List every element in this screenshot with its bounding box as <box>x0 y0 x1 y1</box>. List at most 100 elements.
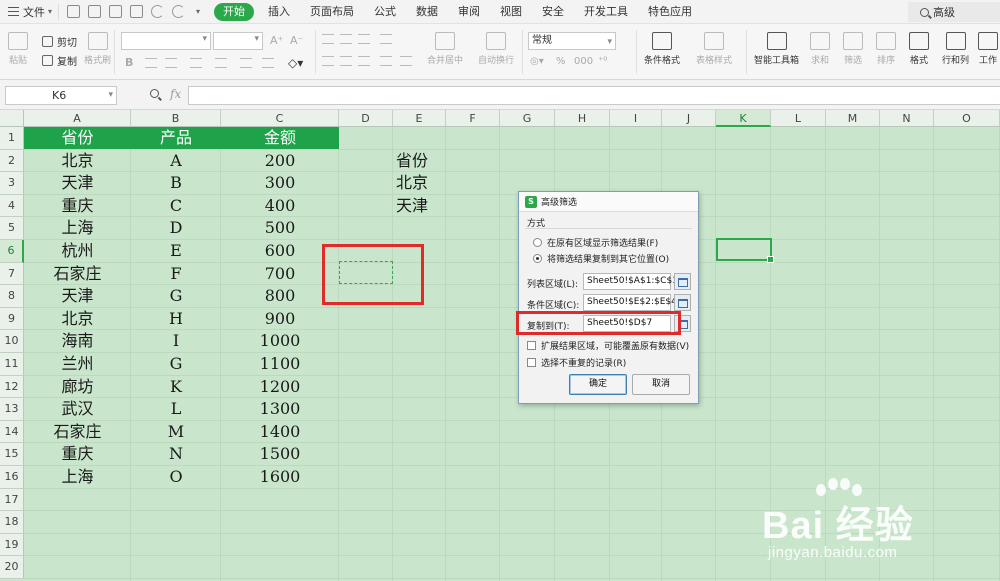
radio-in-place[interactable] <box>533 238 542 247</box>
column-header-k[interactable]: K <box>716 110 771 127</box>
criteria-cell-e2[interactable]: 省份 <box>393 150 446 173</box>
print-icon[interactable] <box>109 5 123 18</box>
row-header-18[interactable]: 18 <box>0 511 24 534</box>
currency-icon[interactable]: ◎▾ <box>530 56 544 67</box>
row-header-10[interactable]: 10 <box>0 330 24 353</box>
cell-b13[interactable]: L <box>131 398 221 421</box>
font-size-select[interactable] <box>213 32 263 50</box>
column-header-g[interactable]: G <box>500 110 555 127</box>
row-header-12[interactable]: 12 <box>0 375 24 399</box>
percent-icon[interactable]: % <box>556 56 566 67</box>
cell-b10[interactable]: I <box>131 330 221 353</box>
cell-c9[interactable]: 900 <box>221 308 339 331</box>
tab-insert[interactable]: 插入 <box>258 0 300 24</box>
criteria-range-input[interactable]: Sheet50!$E$2:$E$4 <box>583 294 677 311</box>
cell-b8[interactable]: G <box>131 285 221 308</box>
row-header-1[interactable]: 1 <box>0 127 24 150</box>
cell-b4[interactable]: C <box>131 195 221 218</box>
cell-c5[interactable]: 500 <box>221 217 339 240</box>
cell-b2[interactable]: A <box>131 150 221 173</box>
column-header-f[interactable]: F <box>446 110 500 127</box>
cell-a12[interactable]: 廊坊 <box>24 376 131 399</box>
save-icon[interactable] <box>67 5 81 18</box>
cell-b14[interactable]: M <box>131 421 221 444</box>
row-header-3[interactable]: 3 <box>0 172 24 195</box>
export-icon[interactable] <box>88 5 102 18</box>
merge-center-button[interactable]: 合并居中 <box>427 32 463 66</box>
criteria-cell-e3[interactable]: 北京 <box>393 172 446 195</box>
row-header-20[interactable]: 20 <box>0 556 24 579</box>
cell-c14[interactable]: 1400 <box>221 421 339 444</box>
bold-button[interactable]: B <box>125 56 133 69</box>
justify-icon[interactable] <box>380 56 392 66</box>
range-picker-icon[interactable] <box>674 273 691 290</box>
cell-a6[interactable]: 杭州 <box>24 240 131 263</box>
cell-b7[interactable]: F <box>131 263 221 286</box>
column-header-c[interactable]: C <box>221 110 339 127</box>
formula-input[interactable] <box>188 86 1000 105</box>
row-header-7[interactable]: 7 <box>0 262 24 286</box>
cell-a7[interactable]: 石家庄 <box>24 263 131 286</box>
row-header-4[interactable]: 4 <box>0 194 24 218</box>
cell-c11[interactable]: 1100 <box>221 353 339 376</box>
unique-records-checkbox[interactable]: 选择不重复的记录(R) <box>527 356 626 369</box>
align-middle-icon[interactable] <box>340 34 352 44</box>
file-menu[interactable]: 文件 ▾ <box>0 0 58 24</box>
row-header-8[interactable]: 8 <box>0 285 24 308</box>
zoom-icon[interactable] <box>150 89 159 98</box>
format-painter-button[interactable]: 格式刷 <box>84 32 111 66</box>
text-effect-icon[interactable] <box>262 58 274 68</box>
option-copy-elsewhere[interactable]: 将筛选结果复制到其它位置(O) <box>533 252 669 265</box>
ok-button[interactable]: 确定 <box>569 374 627 395</box>
print-preview-icon[interactable] <box>130 5 144 18</box>
row-header-19[interactable]: 19 <box>0 533 24 557</box>
cell-c4[interactable]: 400 <box>221 195 339 218</box>
criteria-cell-e4[interactable]: 天津 <box>393 195 446 218</box>
orientation-icon[interactable] <box>380 34 392 44</box>
name-box[interactable]: K6 <box>5 86 117 105</box>
cell-a14[interactable]: 石家庄 <box>24 421 131 444</box>
row-header-16[interactable]: 16 <box>0 466 24 489</box>
cut-button[interactable]: 剪切 <box>42 34 77 49</box>
tab-developer[interactable]: 开发工具 <box>574 0 638 24</box>
sum-button[interactable]: 求和 <box>810 32 830 66</box>
column-header-l[interactable]: L <box>771 110 826 127</box>
cell-a11[interactable]: 兰州 <box>24 353 131 376</box>
header-cell-a1[interactable]: 省份 <box>24 127 131 150</box>
italic-icon[interactable] <box>145 58 157 68</box>
tab-home[interactable]: 开始 <box>214 2 255 21</box>
cell-a5[interactable]: 上海 <box>24 217 131 240</box>
row-header-5[interactable]: 5 <box>0 217 24 240</box>
smart-toolbox-button[interactable]: 智能工具箱 <box>754 32 799 66</box>
cell-a2[interactable]: 北京 <box>24 150 131 173</box>
row-col-button[interactable]: 行和列 <box>942 32 969 66</box>
checkbox-expand[interactable] <box>527 341 536 350</box>
cell-c15[interactable]: 1500 <box>221 443 339 466</box>
cell-a13[interactable]: 武汉 <box>24 398 131 421</box>
conditional-format-button[interactable]: 条件格式 <box>644 32 680 66</box>
dialog-title-bar[interactable]: S 高级筛选 <box>519 192 698 212</box>
column-header-h[interactable]: H <box>555 110 610 127</box>
column-header-e[interactable]: E <box>393 110 446 127</box>
row-header-14[interactable]: 14 <box>0 420 24 444</box>
row-header-15[interactable]: 15 <box>0 443 24 466</box>
align-left-icon[interactable] <box>322 56 334 66</box>
tab-view[interactable]: 视图 <box>490 0 532 24</box>
checkbox-unique[interactable] <box>527 358 536 367</box>
column-header-b[interactable]: B <box>131 110 221 127</box>
cell-b11[interactable]: G <box>131 353 221 376</box>
radio-copy-elsewhere[interactable] <box>533 254 542 263</box>
cell-c2[interactable]: 200 <box>221 150 339 173</box>
row-header-11[interactable]: 11 <box>0 353 24 376</box>
row-header-9[interactable]: 9 <box>0 307 24 331</box>
cell-b12[interactable]: K <box>131 376 221 399</box>
underline-icon[interactable] <box>165 58 177 68</box>
cell-b9[interactable]: H <box>131 308 221 331</box>
range-picker-icon[interactable] <box>674 294 691 311</box>
tab-data[interactable]: 数据 <box>406 0 448 24</box>
column-header-i[interactable]: I <box>610 110 662 127</box>
cell-b6[interactable]: E <box>131 240 221 263</box>
column-header-j[interactable]: J <box>662 110 716 127</box>
row-header-6[interactable]: 6 <box>0 240 24 263</box>
paste-button[interactable]: 粘贴 <box>8 32 28 66</box>
